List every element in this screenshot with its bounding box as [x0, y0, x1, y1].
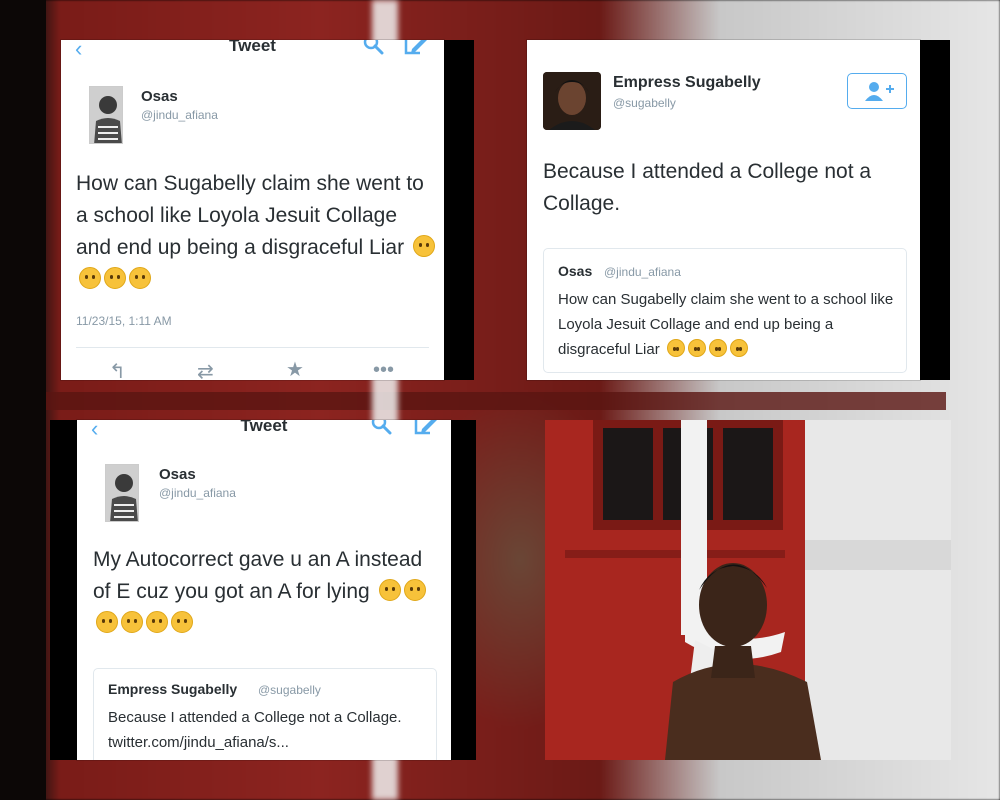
quoted-tweet[interactable]: Osas @jindu_afiana How can Sugabelly cla…: [543, 248, 907, 373]
more-icon[interactable]: •••: [373, 360, 394, 380]
background-door-rail: [46, 392, 946, 410]
avatar[interactable]: [89, 86, 123, 144]
unamused-face-icon: [378, 579, 401, 601]
divider: [76, 347, 429, 348]
tweet-text: Because I attended a College not a Colla…: [543, 160, 872, 215]
quoted-author-name: Osas: [558, 263, 593, 279]
search-icon[interactable]: [361, 40, 385, 56]
author-handle[interactable]: @sugabelly: [613, 96, 676, 110]
tweet-text: My Autocorrect gave u an A instead of E …: [93, 544, 433, 640]
page-title: Tweet: [229, 40, 276, 55]
emoji-group: [664, 339, 748, 358]
confused-face-icon: [79, 267, 101, 289]
retweet-icon[interactable]: ⇄: [197, 362, 214, 380]
avatar[interactable]: [543, 72, 601, 130]
unamused-face-icon: [121, 611, 143, 633]
unamused-face-icon: [403, 579, 426, 601]
compose-icon[interactable]: [403, 40, 429, 56]
app-topbar: ‹ Tweet: [77, 420, 451, 442]
background-dark-edge: [0, 0, 46, 800]
confused-face-icon: [708, 339, 727, 357]
tweet-text: How can Sugabelly claim she went to a sc…: [76, 168, 436, 296]
confused-face-icon: [412, 235, 435, 257]
tweet-panel-bottom-left: ‹ Tweet Osas @jindu_afiana My Autocorrec…: [77, 420, 451, 760]
tweet-panel-top-left: ‹ Tweet Osas @jindu_afiana How can Sugab…: [61, 40, 444, 380]
quoted-author-handle: @sugabelly: [258, 683, 321, 697]
quoted-tweet[interactable]: Empress Sugabelly @sugabelly Because I a…: [93, 668, 437, 760]
confused-face-icon: [729, 339, 748, 357]
tweet-body: How can Sugabelly claim she went to a sc…: [76, 172, 424, 259]
quoted-text: How can Sugabelly claim she went to a sc…: [558, 287, 898, 362]
avatar[interactable]: [105, 464, 139, 522]
photo-image: [545, 420, 951, 760]
follow-button[interactable]: [847, 73, 907, 109]
search-icon[interactable]: [369, 420, 393, 436]
author-handle[interactable]: @jindu_afiana: [159, 486, 236, 500]
black-strip: [451, 420, 476, 760]
confused-face-icon: [666, 339, 685, 357]
confused-face-icon: [104, 267, 126, 289]
author-name[interactable]: Empress Sugabelly: [613, 74, 761, 92]
black-strip: [444, 40, 474, 380]
favorite-icon[interactable]: ★: [286, 360, 304, 380]
page-title: Tweet: [240, 420, 288, 435]
reply-icon[interactable]: ↰: [109, 362, 126, 380]
author-handle[interactable]: @jindu_afiana: [141, 108, 218, 122]
tweet-panel-top-right: Empress Sugabelly @sugabelly Because I a…: [527, 40, 920, 380]
timestamp: 11/23/15, 1:11 AM: [76, 314, 172, 328]
confused-face-icon: [129, 267, 151, 289]
unamused-face-icon: [171, 611, 193, 633]
quoted-author-handle: @jindu_afiana: [604, 265, 681, 279]
follow-icon: [865, 82, 894, 101]
app-topbar: ‹ Tweet: [61, 40, 444, 62]
unamused-face-icon: [96, 611, 118, 633]
quoted-author-name: Empress Sugabelly: [108, 681, 238, 697]
author-name[interactable]: Osas: [159, 466, 196, 483]
black-strip: [920, 40, 950, 380]
quoted-text: Because I attended a College not a Colla…: [108, 709, 402, 751]
confused-face-icon: [687, 339, 706, 357]
black-strip: [50, 420, 77, 760]
compose-icon[interactable]: [413, 420, 439, 436]
photo-panel: [545, 420, 951, 760]
author-name[interactable]: Osas: [141, 88, 178, 105]
tweet-body: My Autocorrect gave u an A instead of E …: [93, 548, 423, 603]
unamused-face-icon: [146, 611, 168, 633]
